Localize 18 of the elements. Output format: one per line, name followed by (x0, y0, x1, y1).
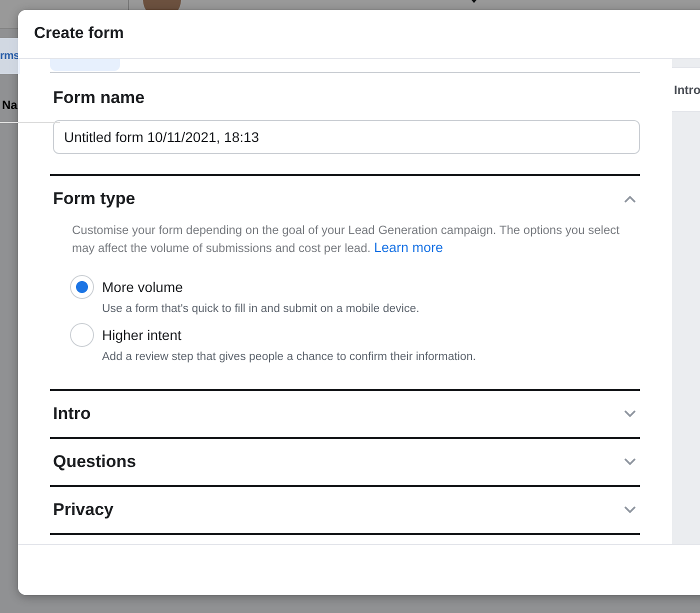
form-name-field[interactable]: Untitled form 10/11/2021, 18:13 (53, 120, 640, 154)
option-label: Higher intent (102, 327, 182, 343)
section-heading[interactable]: Questions (53, 452, 136, 472)
expand-chevron-icon[interactable] (624, 506, 636, 514)
learn-more-link[interactable]: Learn more (374, 240, 443, 255)
radio-button[interactable] (70, 323, 94, 347)
expand-chevron-icon[interactable] (624, 410, 636, 418)
option-hint: Add a review step that gives people a chance to confirm their information. (102, 351, 477, 363)
section-heading[interactable]: Intro (53, 404, 91, 424)
form-type-description: Customise your form depending on the goal of your Lead Generation campaign. The options you select may affect the volume of submissions and cost per lead. Learn more (71, 222, 620, 257)
option-label: More volume (102, 279, 184, 295)
section-heading[interactable]: Form type (53, 189, 136, 209)
section-heading[interactable]: Privacy (53, 500, 114, 520)
dialog-title: Create form (34, 25, 124, 43)
radio-button[interactable] (70, 275, 94, 299)
expand-chevron-icon[interactable] (624, 458, 636, 466)
collapse-chevron-icon[interactable] (624, 195, 636, 203)
option-hint: Use a form that's quick to fill in and submit on a mobile device. (102, 303, 420, 315)
